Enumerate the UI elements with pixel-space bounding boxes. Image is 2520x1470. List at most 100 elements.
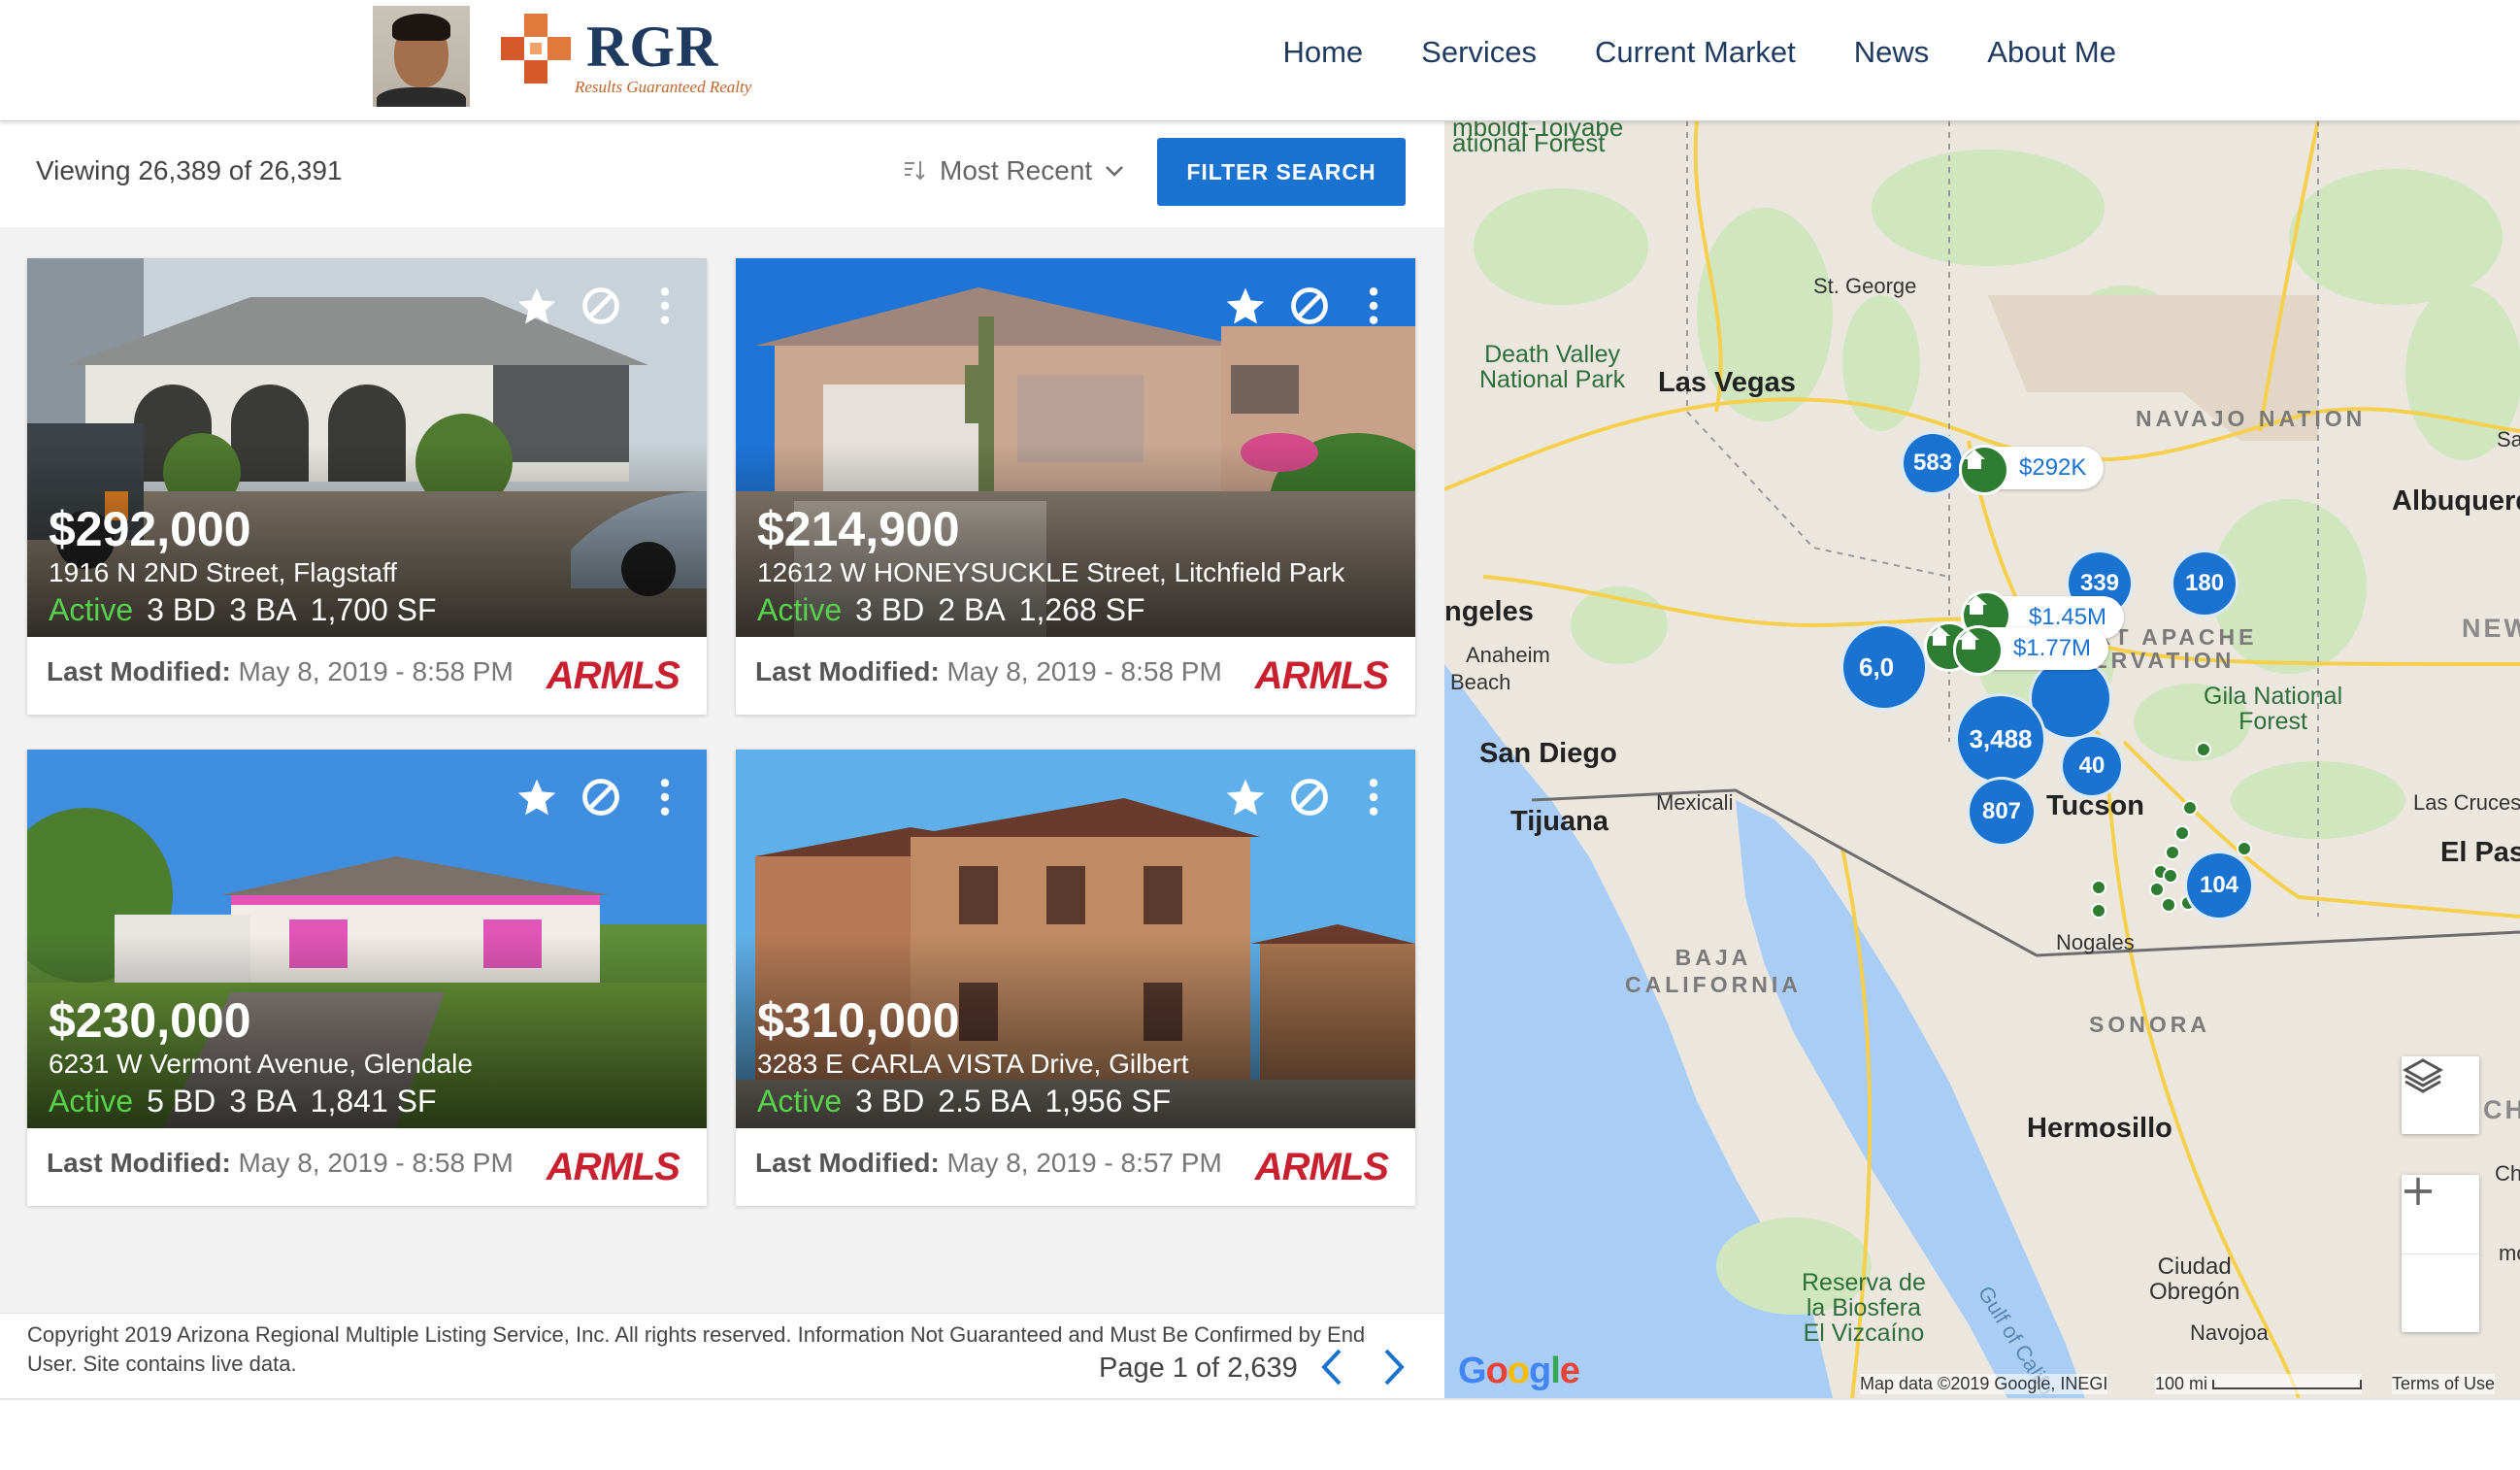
last-modified-label: Last Modified:: [47, 656, 231, 686]
favorite-star-icon[interactable]: [1223, 775, 1268, 819]
logo-text[interactable]: RGR: [586, 14, 718, 81]
listing-price: $310,000: [757, 993, 960, 1048]
more-options-icon[interactable]: [643, 284, 687, 328]
nav-current-market[interactable]: Current Market: [1595, 35, 1796, 70]
results-toolbar: Viewing 26,389 of 26,391 Most Recent FIL…: [0, 120, 1444, 228]
map-label-baja-california: BAJA CALIFORNIA: [1625, 945, 1802, 997]
favorite-star-icon[interactable]: [514, 284, 559, 328]
favorite-star-icon[interactable]: [514, 775, 559, 819]
map-cluster[interactable]: 180: [2171, 550, 2238, 618]
listing-status: Active: [757, 592, 843, 627]
listing-dot[interactable]: [2174, 825, 2190, 841]
listing-dot[interactable]: [2163, 868, 2178, 884]
map-label-chihuahua: CHI: [2483, 1095, 2520, 1124]
last-modified-label: Last Modified:: [755, 656, 940, 686]
listing-dot[interactable]: [2196, 742, 2211, 757]
map-label-beach: Beach: [1450, 670, 1511, 694]
map-layers-button[interactable]: [2402, 1056, 2479, 1134]
listing-baths: 2.5 BA: [938, 1084, 1032, 1119]
listing-dot[interactable]: [2091, 880, 2106, 895]
site-header: RGR Results Guaranteed Realty Home Servi…: [0, 0, 2520, 121]
map-label-tijuana: Tijuana: [1510, 806, 1608, 837]
card-actions: [514, 775, 687, 819]
listing-card[interactable]: $310,000 3283 E CARLA VISTA Drive, Gilbe…: [736, 750, 1415, 1206]
map-cluster[interactable]: 583: [1901, 431, 1965, 495]
more-options-icon[interactable]: [643, 775, 687, 819]
map-label-albuquerque: Albuquerq: [2392, 485, 2520, 517]
listing-meta: Active 3 BD 2.5 BA 1,956 SF: [757, 1084, 1184, 1119]
listing-baths: 3 BA: [229, 1084, 297, 1119]
map-label-el-paso: El Pas: [2440, 837, 2520, 868]
nav-services[interactable]: Services: [1421, 35, 1537, 70]
listing-sqft: 1,700 SF: [310, 592, 437, 627]
sort-dropdown[interactable]: Most Recent: [903, 155, 1125, 186]
last-modified-label: Last Modified:: [755, 1148, 940, 1178]
listing-baths: 3 BA: [229, 592, 297, 627]
listing-dot[interactable]: [2161, 897, 2176, 913]
chevron-down-icon: [1106, 166, 1124, 177]
map-price-tag-label: $1.45M: [2029, 604, 2107, 630]
armls-logo: ARMLS: [1254, 1146, 1389, 1188]
house-pin-icon[interactable]: [1953, 625, 2004, 676]
copyright-notice: Copyright 2019 Arizona Regional Multiple…: [27, 1322, 1366, 1376]
hide-listing-icon[interactable]: [1287, 775, 1332, 819]
zoom-out-button[interactable]: [2402, 1189, 2479, 1332]
map-cluster[interactable]: 40: [2060, 734, 2124, 798]
listing-meta: Active 5 BD 3 BA 1,841 SF: [49, 1084, 450, 1119]
map-view[interactable]: mboldt-Toiyabe ational Forest St. George…: [1444, 120, 2520, 1398]
nav-news[interactable]: News: [1854, 35, 1930, 70]
listing-dot[interactable]: [2237, 841, 2252, 856]
nav-about-me[interactable]: About Me: [1987, 35, 2116, 70]
more-options-icon[interactable]: [1351, 775, 1396, 819]
map-label-las-vegas: Las Vegas: [1658, 367, 1796, 398]
hide-listing-icon[interactable]: [579, 775, 623, 819]
hide-listing-icon[interactable]: [579, 284, 623, 328]
listing-baths: 2 BA: [938, 592, 1006, 627]
listing-meta: Active 3 BD 2 BA 1,268 SF: [757, 592, 1159, 628]
map-label-vizcaino: Reserva de la Biosfera El Vizcaíno: [1802, 1269, 1926, 1347]
armls-logo: ARMLS: [546, 654, 680, 697]
listing-dot[interactable]: [2091, 903, 2106, 919]
map-cluster[interactable]: 6,0: [1840, 623, 1928, 711]
listing-photo[interactable]: $214,900 12612 W HONEYSUCKLE Street, Lit…: [736, 258, 1415, 637]
map-label-mexicali: Mexicali: [1656, 790, 1734, 815]
listing-card[interactable]: $230,000 6231 W Vermont Avenue, Glendale…: [27, 750, 707, 1206]
layers-icon: [2402, 1058, 2444, 1093]
more-options-icon[interactable]: [1351, 284, 1396, 328]
zoom-control: [2402, 1175, 2479, 1332]
listing-sqft: 1,956 SF: [1044, 1084, 1172, 1119]
rgr-logo-icon[interactable]: [497, 12, 575, 87]
listing-photo[interactable]: $292,000 1916 N 2ND Street, Flagstaff Ac…: [27, 258, 707, 637]
google-logo[interactable]: Google: [1458, 1351, 1580, 1392]
last-modified: Last Modified: May 8, 2019 - 8:58 PM: [47, 1148, 514, 1179]
last-modified-date: May 8, 2019 - 8:58 PM: [238, 1148, 514, 1178]
listing-card[interactable]: $214,900 12612 W HONEYSUCKLE Street, Lit…: [736, 258, 1415, 715]
map-cluster[interactable]: 104: [2184, 851, 2254, 920]
listing-photo[interactable]: $230,000 6231 W Vermont Avenue, Glendale…: [27, 750, 707, 1128]
listing-footer: Last Modified: May 8, 2019 - 8:58 PM ARM…: [736, 637, 1415, 715]
listing-status: Active: [49, 592, 134, 627]
map-cluster[interactable]: 3,488: [1955, 693, 2046, 785]
favorite-star-icon[interactable]: [1223, 284, 1268, 328]
terms-of-use-link[interactable]: Terms of Use: [2392, 1374, 2496, 1394]
map-label-national-forest: ational Forest: [1452, 128, 1606, 157]
map-label-sonora: SONORA: [2089, 1012, 2210, 1037]
listing-dot[interactable]: [2182, 800, 2198, 816]
filter-search-button[interactable]: FILTER SEARCH: [1157, 138, 1406, 206]
listing-photo[interactable]: $310,000 3283 E CARLA VISTA Drive, Gilbe…: [736, 750, 1415, 1128]
map-cluster[interactable]: 807: [1967, 777, 2037, 847]
hide-listing-icon[interactable]: [1287, 284, 1332, 328]
listing-footer: Last Modified: May 8, 2019 - 8:58 PM ARM…: [27, 637, 707, 715]
map-label-chih: Chih: [2495, 1161, 2520, 1186]
house-pin-icon[interactable]: [1959, 445, 2009, 495]
agent-avatar[interactable]: [373, 6, 470, 107]
page-bottom-divider: [0, 1398, 2520, 1400]
listing-dot[interactable]: [2149, 882, 2165, 897]
map-label-sa: Sa: [2497, 427, 2520, 451]
listing-card[interactable]: $292,000 1916 N 2ND Street, Flagstaff Ac…: [27, 258, 707, 715]
main-nav: Home Services Current Market News About …: [1282, 35, 2116, 70]
listing-beds: 3 BD: [147, 592, 216, 627]
nav-home[interactable]: Home: [1282, 35, 1363, 70]
listing-dot[interactable]: [2165, 845, 2180, 860]
listing-meta: Active 3 BD 3 BA 1,700 SF: [49, 592, 450, 628]
